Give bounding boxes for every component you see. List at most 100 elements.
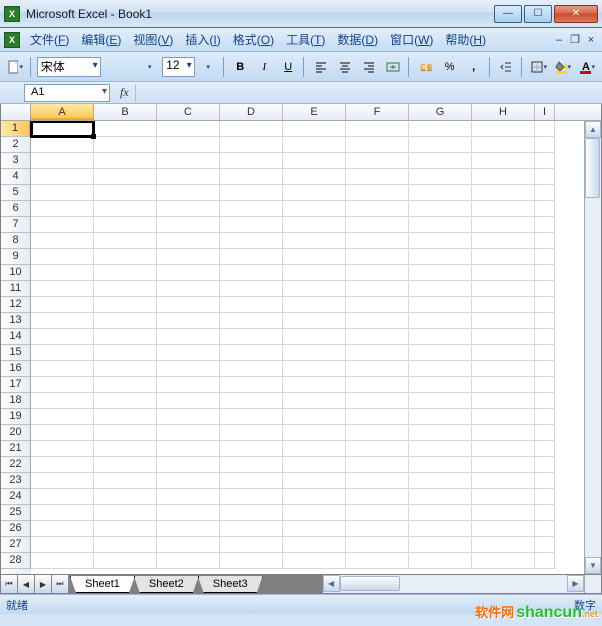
cell-D3[interactable] <box>220 153 283 169</box>
cell-I1[interactable] <box>535 121 555 137</box>
cell-I17[interactable] <box>535 377 555 393</box>
cell-A1[interactable] <box>31 121 94 137</box>
cell-G5[interactable] <box>409 185 472 201</box>
cell-C12[interactable] <box>157 297 220 313</box>
cell-F14[interactable] <box>346 329 409 345</box>
cell-E3[interactable] <box>283 153 346 169</box>
name-box[interactable]: A1 <box>24 84 110 102</box>
cell-C27[interactable] <box>157 537 220 553</box>
cell-H17[interactable] <box>472 377 535 393</box>
row-header-20[interactable]: 20 <box>1 425 31 441</box>
align-left-button[interactable] <box>310 56 332 78</box>
menu-item-8[interactable]: 帮助(H) <box>439 29 492 50</box>
cell-C16[interactable] <box>157 361 220 377</box>
cell-I2[interactable] <box>535 137 555 153</box>
cell-D20[interactable] <box>220 425 283 441</box>
cell-I28[interactable] <box>535 553 555 569</box>
cell-H28[interactable] <box>472 553 535 569</box>
cell-E17[interactable] <box>283 377 346 393</box>
cell-F27[interactable] <box>346 537 409 553</box>
tab-nav-first[interactable]: ⏮ <box>1 575 18 593</box>
cell-E14[interactable] <box>283 329 346 345</box>
font-size-select[interactable]: 12 <box>162 57 194 77</box>
percent-button[interactable]: % <box>439 56 461 78</box>
row-header-14[interactable]: 14 <box>1 329 31 345</box>
cell-E18[interactable] <box>283 393 346 409</box>
cell-C17[interactable] <box>157 377 220 393</box>
maximize-button[interactable]: ☐ <box>524 5 552 23</box>
fill-color-button[interactable]: ▾ <box>552 56 574 78</box>
cell-G13[interactable] <box>409 313 472 329</box>
cell-C3[interactable] <box>157 153 220 169</box>
cell-I24[interactable] <box>535 489 555 505</box>
row-header-6[interactable]: 6 <box>1 201 31 217</box>
underline-button[interactable]: U <box>277 56 299 78</box>
cell-B21[interactable] <box>94 441 157 457</box>
cell-I4[interactable] <box>535 169 555 185</box>
cell-E28[interactable] <box>283 553 346 569</box>
cell-I15[interactable] <box>535 345 555 361</box>
cell-C19[interactable] <box>157 409 220 425</box>
italic-button[interactable]: I <box>253 56 275 78</box>
cell-B22[interactable] <box>94 457 157 473</box>
cell-C7[interactable] <box>157 217 220 233</box>
cell-B24[interactable] <box>94 489 157 505</box>
row-header-2[interactable]: 2 <box>1 137 31 153</box>
cell-C23[interactable] <box>157 473 220 489</box>
cell-I16[interactable] <box>535 361 555 377</box>
cell-B12[interactable] <box>94 297 157 313</box>
cell-A23[interactable] <box>31 473 94 489</box>
cell-B28[interactable] <box>94 553 157 569</box>
cell-F21[interactable] <box>346 441 409 457</box>
cell-E16[interactable] <box>283 361 346 377</box>
cell-D21[interactable] <box>220 441 283 457</box>
cell-E27[interactable] <box>283 537 346 553</box>
menu-item-2[interactable]: 视图(V) <box>127 29 179 50</box>
font-name-select[interactable]: 宋体 <box>37 57 101 77</box>
menu-item-0[interactable]: 文件(F) <box>24 29 75 50</box>
cell-C10[interactable] <box>157 265 220 281</box>
align-center-button[interactable] <box>334 56 356 78</box>
cell-I5[interactable] <box>535 185 555 201</box>
scroll-right-button[interactable]: ▶ <box>567 575 584 592</box>
cell-I20[interactable] <box>535 425 555 441</box>
cell-A7[interactable] <box>31 217 94 233</box>
cell-A24[interactable] <box>31 489 94 505</box>
cell-I27[interactable] <box>535 537 555 553</box>
cell-D17[interactable] <box>220 377 283 393</box>
cell-E12[interactable] <box>283 297 346 313</box>
cell-B20[interactable] <box>94 425 157 441</box>
cell-E7[interactable] <box>283 217 346 233</box>
cell-E24[interactable] <box>283 489 346 505</box>
cell-B9[interactable] <box>94 249 157 265</box>
cell-E5[interactable] <box>283 185 346 201</box>
cell-H15[interactable] <box>472 345 535 361</box>
cell-B3[interactable] <box>94 153 157 169</box>
cell-B4[interactable] <box>94 169 157 185</box>
cell-H20[interactable] <box>472 425 535 441</box>
cell-G10[interactable] <box>409 265 472 281</box>
row-header-21[interactable]: 21 <box>1 441 31 457</box>
cell-G3[interactable] <box>409 153 472 169</box>
cell-C26[interactable] <box>157 521 220 537</box>
cell-E22[interactable] <box>283 457 346 473</box>
cell-H23[interactable] <box>472 473 535 489</box>
cell-F12[interactable] <box>346 297 409 313</box>
cell-A21[interactable] <box>31 441 94 457</box>
row-header-18[interactable]: 18 <box>1 393 31 409</box>
cell-F26[interactable] <box>346 521 409 537</box>
cell-D24[interactable] <box>220 489 283 505</box>
cell-F11[interactable] <box>346 281 409 297</box>
cell-D13[interactable] <box>220 313 283 329</box>
cell-I21[interactable] <box>535 441 555 457</box>
cell-F15[interactable] <box>346 345 409 361</box>
cell-E6[interactable] <box>283 201 346 217</box>
bold-button[interactable]: B <box>229 56 251 78</box>
row-header-12[interactable]: 12 <box>1 297 31 313</box>
cell-G11[interactable] <box>409 281 472 297</box>
cell-H26[interactable] <box>472 521 535 537</box>
cell-F23[interactable] <box>346 473 409 489</box>
cell-H6[interactable] <box>472 201 535 217</box>
cell-E4[interactable] <box>283 169 346 185</box>
cell-A26[interactable] <box>31 521 94 537</box>
